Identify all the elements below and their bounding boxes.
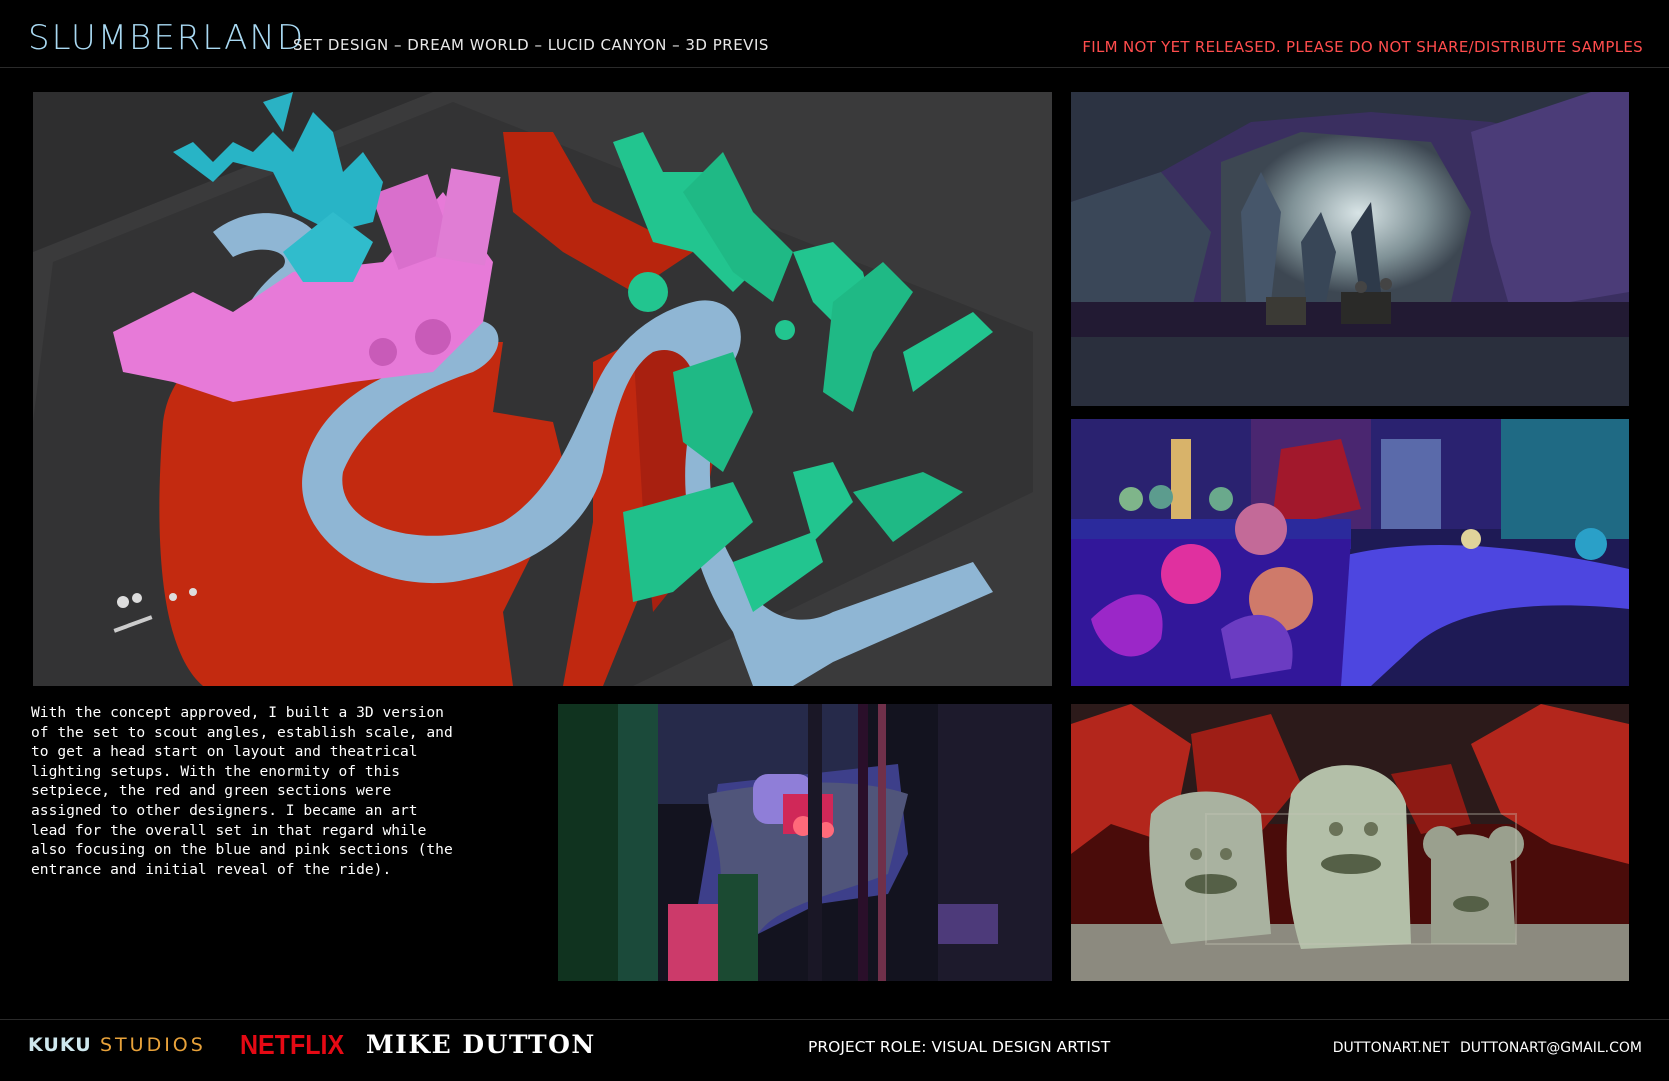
river-render-image — [558, 704, 1052, 981]
carved-heads-render-image — [1071, 704, 1629, 981]
netflix-logo: NETFLIX — [240, 1029, 345, 1061]
contact-info[interactable]: DUTTONART.NET DUTTONART@GMAIL.COM — [1333, 1040, 1642, 1056]
header: SLUMBERLAND SET DESIGN – DREAM WORLD – L… — [0, 0, 1669, 68]
page-subtitle: SET DESIGN – DREAM WORLD – LUCID CANYON … — [293, 36, 769, 54]
slumberland-logo: SLUMBERLAND — [28, 18, 306, 58]
kuku-logo: KUKU — [28, 1034, 92, 1056]
garden-render-image — [1071, 419, 1629, 686]
footer: KUKU STUDIOS NETFLIX MIKE DUTTON PROJECT… — [0, 1019, 1669, 1081]
kuku-studios-label: STUDIOS — [100, 1034, 206, 1056]
cave-render-image — [1071, 92, 1629, 406]
project-role: PROJECT ROLE: VISUAL DESIGN ARTIST — [808, 1038, 1111, 1056]
previs-overhead-image — [33, 92, 1052, 686]
artist-name: MIKE DUTTON — [366, 1030, 596, 1059]
project-description: With the concept approved, I built a 3D … — [31, 704, 453, 878]
release-warning: FILM NOT YET RELEASED. PLEASE DO NOT SHA… — [1082, 38, 1643, 56]
